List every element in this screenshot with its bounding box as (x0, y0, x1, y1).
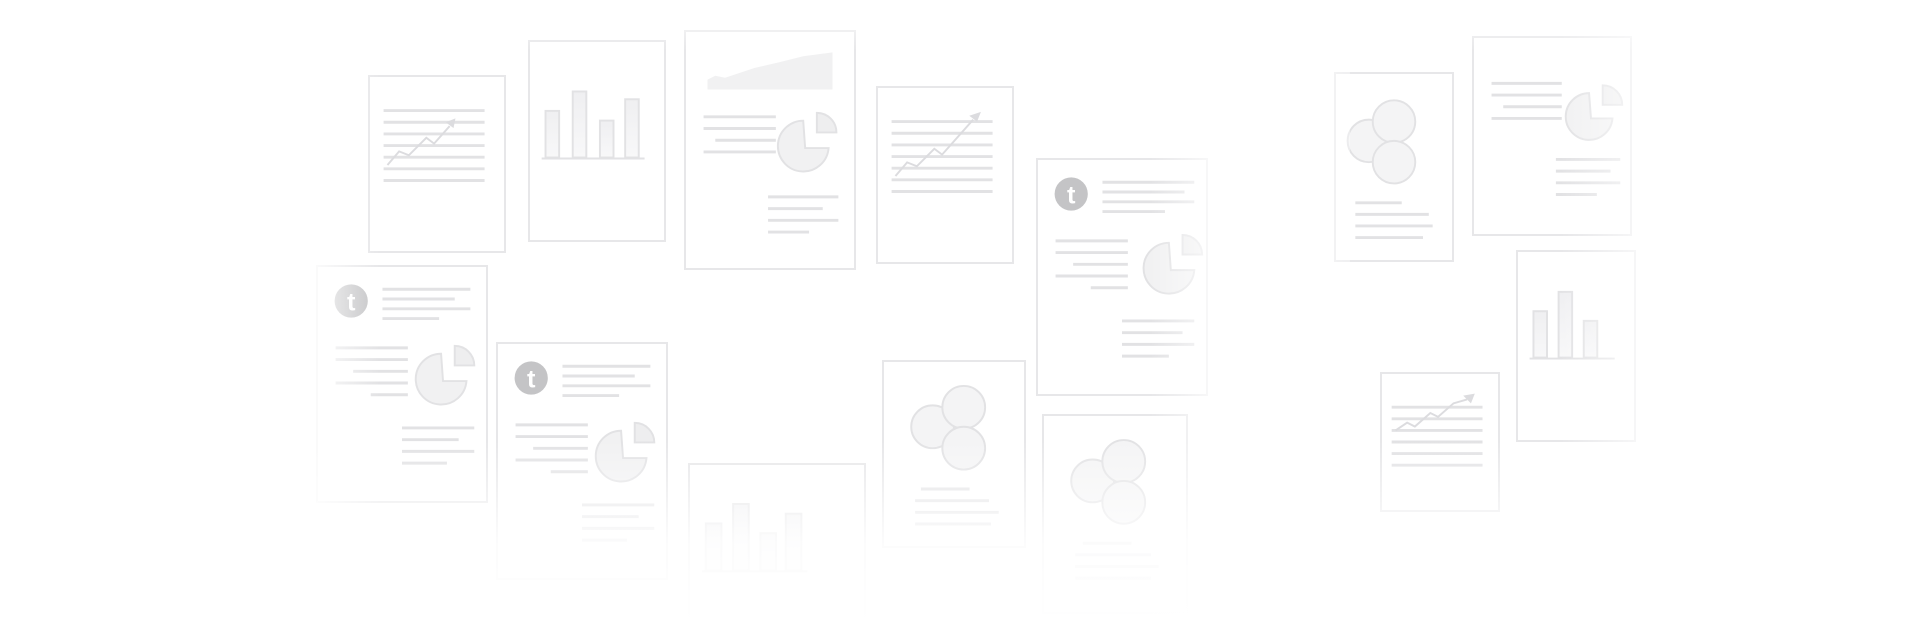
illustration-background: t t (0, 0, 1920, 624)
pie-chart-icon (703, 52, 839, 234)
document-card-line-chart (368, 75, 506, 253)
document-card-area-pie (684, 30, 856, 270)
venn-diagram-icon (1346, 99, 1433, 240)
fade-overlay-bottom (0, 440, 1920, 624)
document-card-line-chart (876, 86, 1014, 264)
bar-chart-icon (541, 90, 645, 160)
brand-logo-letter: t (527, 366, 536, 394)
line-chart-icon (891, 111, 993, 193)
document-card-venn (1334, 72, 1454, 262)
line-chart-icon (383, 109, 485, 182)
document-card-bar-chart (528, 40, 666, 242)
brand-logo-letter: t (1067, 182, 1076, 210)
